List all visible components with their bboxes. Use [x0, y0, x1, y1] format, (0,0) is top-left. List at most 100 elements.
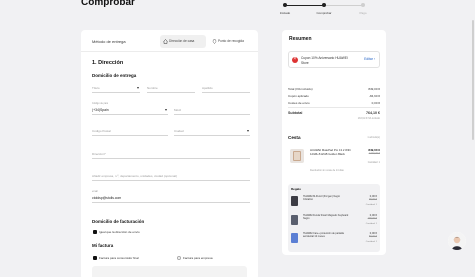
coupon-edit-label: Editar — [364, 57, 373, 61]
tab-pickup-label: Punto de recogida — [218, 39, 244, 43]
product-note: Devolución sin coste de 14 días — [310, 169, 344, 172]
invoice-details-box — [92, 266, 247, 277]
product-qty: Cantidad: 1 — [367, 161, 380, 164]
email-field[interactable]: email ctoldsp@stolls.com — [92, 190, 250, 203]
step-dot-payment — [361, 3, 365, 7]
summary-row-coupon: Cupón aplicado -84,90 € — [288, 94, 380, 98]
home-icon — [163, 39, 168, 44]
stepper-line-pending — [324, 5, 362, 6]
address-line2-placeholder: Añadir empresa, n.º, departamento, unida… — [92, 174, 177, 178]
phone-field[interactable]: Móvil — [174, 105, 250, 115]
step-label-payment: Pago — [359, 11, 367, 15]
invoice-title: Mi factura — [92, 243, 114, 248]
checkout-stepper: Iniciado Comprobar Pago — [278, 0, 378, 18]
scrollbar-thumb[interactable] — [472, 20, 474, 140]
delivery-method-label: Método de entrega — [92, 39, 126, 44]
gift-old-price: 59,00 € — [369, 235, 377, 239]
summary-row-total: Total (IVA incluido) 849,00 € — [288, 87, 380, 91]
country-code-value: (+34)Spain — [92, 108, 109, 112]
gift-old-price: 99,00 € — [369, 198, 377, 202]
chat-assistant-avatar[interactable] — [448, 232, 466, 250]
address-field[interactable]: Dirección* — [92, 149, 250, 159]
product-old-price: 1.049,00 € — [368, 152, 380, 155]
title-select[interactable]: Título — [92, 83, 140, 93]
chevron-down-icon — [137, 87, 139, 89]
coupon-box: Cupon 10% Aniversario HUAWEI Store Edita… — [288, 51, 380, 68]
gift-old-price: 199,00 € — [367, 217, 377, 221]
gifts-title: Regalo — [291, 187, 302, 191]
country-code-label: Código de país — [92, 102, 109, 105]
delivery-address-title: Domicilio de entrega — [92, 73, 137, 78]
gift-item[interactable]: HUAWEI M-Pencil (3rd gen) Negro Cristali… — [291, 195, 377, 211]
tab-pickup-point[interactable]: Punto de recogida — [209, 35, 255, 48]
summary-coupon-value: -84,90 € — [368, 94, 380, 98]
step-label-checkout: Comprobar — [316, 11, 332, 15]
product-name[interactable]: HUAWEI MatePad Pro 13.2 WiFi 12GB+512GB … — [310, 148, 352, 156]
billing-address-title: Domicilio de facturación — [92, 219, 145, 224]
tab-home-address[interactable]: Dirección de casa — [160, 35, 206, 48]
summary-divider — [288, 107, 380, 108]
product-image[interactable] — [290, 149, 304, 163]
tab-home-label: Dirección de casa — [169, 39, 195, 43]
city-placeholder: Ciudad — [174, 129, 184, 133]
invoice-company-radio[interactable] — [177, 256, 181, 260]
tablet-icon — [293, 151, 301, 161]
care-plan-image — [291, 233, 298, 243]
subtotal-value: 764,10 € — [366, 111, 380, 115]
gift-qty: Cantidad: 1 — [365, 223, 377, 225]
phone-placeholder: Móvil — [174, 108, 182, 112]
chevron-down-icon — [165, 109, 167, 111]
gift-price: 0,00 €199,00 € — [368, 214, 377, 221]
gifts-box: Regalo HUAWEI M-Pencil (3rd gen) Negro C… — [288, 184, 380, 252]
step-dot-checkout — [322, 3, 326, 7]
summary-coupon-label: Cupón aplicado — [288, 94, 309, 98]
email-label: email — [92, 190, 98, 193]
summary-shipping-label: Costes de envío — [288, 101, 310, 105]
location-pin-icon — [212, 39, 217, 44]
title-placeholder: Título — [92, 86, 100, 90]
invoice-consumer-checkbox[interactable] — [93, 256, 97, 260]
gift-qty: Cantidad: 1 — [365, 241, 377, 243]
name-field[interactable]: Nombre — [147, 83, 195, 93]
coupon-edit-link[interactable]: Editar › — [364, 57, 375, 61]
invoice-consumer-label: Factura para consumidor final — [99, 256, 139, 260]
keyboard-image — [291, 215, 298, 225]
surname-placeholder: Apellido — [202, 86, 213, 90]
pen-image — [291, 196, 298, 206]
gift-price: 0,00 €99,00 € — [369, 195, 377, 202]
cart-count: 1 artículo(s) — [367, 136, 380, 139]
address-placeholder: Dirección* — [92, 152, 106, 156]
billing-same-checkbox[interactable] — [93, 230, 97, 234]
gift-item[interactable]: HUAWEI Care+ protección de pantalla acci… — [291, 232, 377, 248]
summary-row-subtotal: Subtotal 764,10 € — [288, 111, 380, 115]
country-code-select[interactable]: Código de país (+34)Spain — [92, 102, 168, 115]
summary-total-value: 849,00 € — [368, 87, 380, 91]
billing-same-label: Igual que la dirección de envío — [99, 230, 140, 234]
cart-title: Cesta — [288, 135, 301, 140]
gift-name: HUAWEI Care+ protección de pantalla acci… — [303, 232, 344, 239]
name-placeholder: Nombre — [147, 86, 158, 90]
section-address-title: 1. Dirección — [92, 60, 124, 66]
step-dot-started — [283, 3, 287, 7]
postal-code-placeholder: Código Postal — [92, 129, 111, 133]
email-value: ctoldsp@stolls.com — [92, 196, 122, 200]
chevron-down-icon — [247, 130, 249, 132]
invoice-company-label: Factura para empresa — [183, 256, 213, 260]
step-label-started: Iniciado — [279, 11, 291, 15]
subtotal-label: Subtotal — [288, 111, 303, 115]
remove-coupon-icon[interactable] — [292, 56, 298, 63]
gift-item[interactable]: HUAWEI Funda Smart Magnetic Keyboard Neg… — [291, 214, 377, 230]
assistant-avatar-icon — [448, 232, 466, 250]
address-line2-field[interactable]: Añadir empresa, n.º, departamento, unida… — [92, 171, 250, 181]
city-select[interactable]: Ciudad — [174, 126, 250, 136]
postal-code-field[interactable]: Código Postal — [92, 126, 168, 136]
order-summary-card: Resumen Cupon 10% Aniversario HUAWEI Sto… — [282, 30, 386, 255]
gift-name: HUAWEI M-Pencil (3rd gen) Negro Cristali… — [303, 195, 340, 202]
surname-field[interactable]: Apellido — [202, 83, 250, 93]
page-title: Comprobar — [81, 0, 135, 8]
vat-note: 133,61 € IVA incluido — [357, 117, 380, 120]
summary-row-shipping: Costes de envío 0,00 € — [288, 101, 380, 105]
gift-qty: Cantidad: 1 — [365, 204, 377, 206]
checkout-form-card: Método de entrega Dirección de casa Punt… — [81, 30, 258, 277]
delivery-method-row: Método de entrega Dirección de casa Punt… — [81, 30, 258, 52]
